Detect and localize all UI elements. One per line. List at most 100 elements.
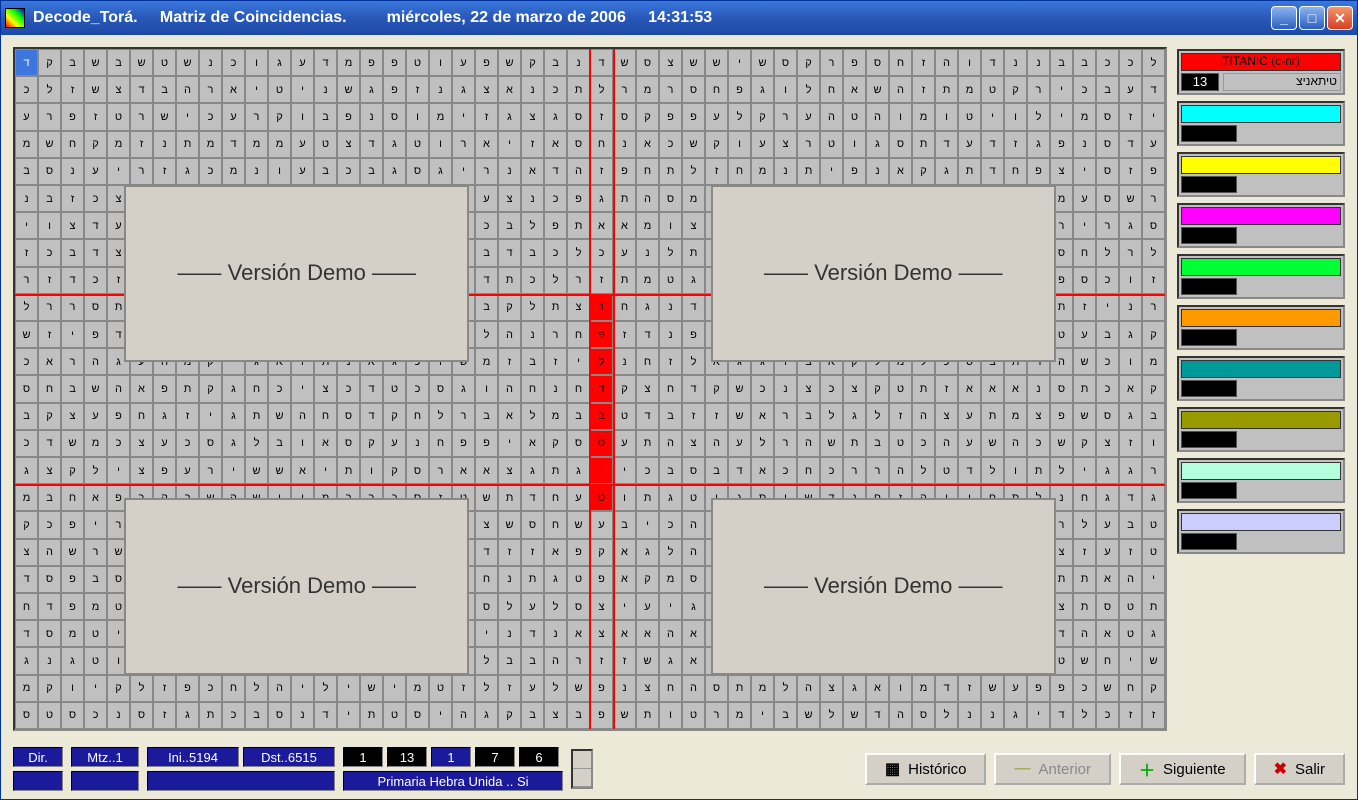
matrix-cell[interactable]: ר xyxy=(659,76,682,103)
matrix-cell[interactable]: ל xyxy=(682,158,705,185)
matrix-cell[interactable]: י xyxy=(452,103,475,130)
matrix-cell[interactable]: י xyxy=(1050,76,1073,103)
matrix-cell[interactable]: ד xyxy=(360,131,383,158)
matrix-cell[interactable]: ט xyxy=(429,675,452,702)
matrix-cell[interactable]: א xyxy=(1004,375,1027,402)
matrix-cell[interactable]: ת xyxy=(613,267,636,294)
matrix-cell[interactable]: ד xyxy=(958,457,981,484)
matrix-cell[interactable]: ז xyxy=(958,675,981,702)
matrix-cell[interactable]: ו xyxy=(38,212,61,239)
matrix-cell[interactable]: מ xyxy=(199,131,222,158)
matrix-grid[interactable]: דקבשבשטשנכוגעדמפפטועפשקבנדשסצששישסקרפסחז… xyxy=(13,47,1167,731)
matrix-cell[interactable]: ע xyxy=(958,403,981,430)
matrix-cell[interactable]: ל xyxy=(935,702,958,729)
titlebar[interactable]: Decode_Torá. Matriz de Coincidencias. mi… xyxy=(1,1,1357,35)
matrix-cell[interactable]: ז xyxy=(1073,294,1096,321)
matrix-cell[interactable]: ט xyxy=(38,702,61,729)
matrix-cell[interactable]: ג xyxy=(1119,212,1142,239)
matrix-cell[interactable]: ב xyxy=(245,702,268,729)
matrix-cell[interactable]: י xyxy=(337,702,360,729)
matrix-cell[interactable]: ח xyxy=(475,566,498,593)
matrix-cell[interactable]: ג xyxy=(843,403,866,430)
matrix-cell[interactable]: ה xyxy=(544,647,567,674)
matrix-cell[interactable]: ח xyxy=(222,675,245,702)
matrix-cell[interactable]: כ xyxy=(1096,267,1119,294)
matrix-cell[interactable]: ע xyxy=(797,103,820,130)
matrix-cell[interactable]: ה xyxy=(498,321,521,348)
matrix-cell[interactable]: ח xyxy=(659,675,682,702)
matrix-cell[interactable]: ל xyxy=(245,675,268,702)
matrix-cell[interactable]: נ xyxy=(958,702,981,729)
matrix-cell[interactable]: נ xyxy=(659,294,682,321)
matrix-cell[interactable]: ר xyxy=(613,76,636,103)
matrix-cell[interactable]: ל xyxy=(820,403,843,430)
matrix-cell[interactable]: ק xyxy=(383,403,406,430)
matrix-cell[interactable]: ג xyxy=(1142,484,1165,511)
matrix-cell[interactable]: ח xyxy=(567,375,590,402)
matrix-cell[interactable]: פ xyxy=(590,321,613,348)
matrix-cell[interactable]: ש xyxy=(38,131,61,158)
matrix-cell[interactable]: ז xyxy=(153,702,176,729)
matrix-cell[interactable]: פ xyxy=(590,675,613,702)
matrix-cell[interactable]: י xyxy=(107,158,130,185)
matrix-cell[interactable]: י xyxy=(728,49,751,76)
matrix-cell[interactable]: א xyxy=(889,158,912,185)
matrix-cell[interactable]: ק xyxy=(636,566,659,593)
matrix-cell[interactable]: ו xyxy=(291,430,314,457)
matrix-cell[interactable]: ס xyxy=(337,403,360,430)
matrix-cell[interactable]: ט xyxy=(107,103,130,130)
maximize-button[interactable]: □ xyxy=(1299,6,1325,30)
matrix-cell[interactable]: ש xyxy=(1073,403,1096,430)
matrix-cell[interactable]: ב xyxy=(544,49,567,76)
matrix-cell[interactable]: ב xyxy=(797,403,820,430)
matrix-cell[interactable]: א xyxy=(613,620,636,647)
matrix-cell[interactable]: ל xyxy=(820,702,843,729)
matrix-cell[interactable]: ט xyxy=(935,457,958,484)
matrix-cell[interactable]: מ xyxy=(268,131,291,158)
matrix-cell[interactable]: ד xyxy=(130,76,153,103)
matrix-cell[interactable]: ק xyxy=(107,675,130,702)
matrix-cell[interactable]: פ xyxy=(61,103,84,130)
matrix-cell[interactable]: נ xyxy=(521,185,544,212)
matrix-cell[interactable]: ה xyxy=(889,457,912,484)
matrix-cell[interactable]: ז xyxy=(1142,702,1165,729)
matrix-cell[interactable]: ז xyxy=(613,647,636,674)
matrix-cell[interactable]: ב xyxy=(498,212,521,239)
historico-button[interactable]: ▦ Histórico xyxy=(865,753,986,785)
matrix-cell[interactable]: צ xyxy=(682,212,705,239)
matrix-cell[interactable]: מ xyxy=(222,158,245,185)
matrix-cell[interactable]: ד xyxy=(866,702,889,729)
matrix-cell[interactable]: ו xyxy=(935,103,958,130)
matrix-cell[interactable]: ת xyxy=(1073,375,1096,402)
matrix-cell[interactable]: ד xyxy=(1119,131,1142,158)
matrix-cell[interactable]: מ xyxy=(958,76,981,103)
matrix-cell[interactable]: ג xyxy=(15,457,38,484)
matrix-cell[interactable]: כ xyxy=(84,267,107,294)
matrix-cell[interactable]: ד xyxy=(314,49,337,76)
matrix-cell[interactable]: ג xyxy=(153,403,176,430)
matrix-cell[interactable]: ר xyxy=(1096,212,1119,239)
field-dir[interactable]: Dir. xyxy=(13,747,63,767)
matrix-cell[interactable]: ל xyxy=(521,212,544,239)
matrix-cell[interactable]: ע xyxy=(291,131,314,158)
matrix-cell[interactable]: ב xyxy=(360,158,383,185)
matrix-cell[interactable]: ו xyxy=(590,457,613,484)
minimize-button[interactable]: _ xyxy=(1271,6,1297,30)
matrix-cell[interactable]: פ xyxy=(176,675,199,702)
matrix-cell[interactable]: ד xyxy=(360,403,383,430)
matrix-cell[interactable]: צ xyxy=(590,620,613,647)
matrix-cell[interactable]: מ xyxy=(429,103,452,130)
matrix-cell[interactable]: ג xyxy=(1027,131,1050,158)
matrix-cell[interactable]: י xyxy=(567,348,590,375)
matrix-cell[interactable]: ח xyxy=(636,158,659,185)
matrix-cell[interactable]: ב xyxy=(61,49,84,76)
matrix-cell[interactable]: ע xyxy=(728,430,751,457)
matrix-cell[interactable]: ל xyxy=(544,593,567,620)
matrix-cell[interactable]: ג xyxy=(751,76,774,103)
matrix-cell[interactable]: ק xyxy=(383,457,406,484)
matrix-cell[interactable]: ח xyxy=(659,375,682,402)
matrix-cell[interactable]: ס xyxy=(912,702,935,729)
matrix-cell[interactable]: ח xyxy=(314,403,337,430)
matrix-cell[interactable]: פ xyxy=(567,185,590,212)
matrix-cell[interactable]: א xyxy=(682,647,705,674)
